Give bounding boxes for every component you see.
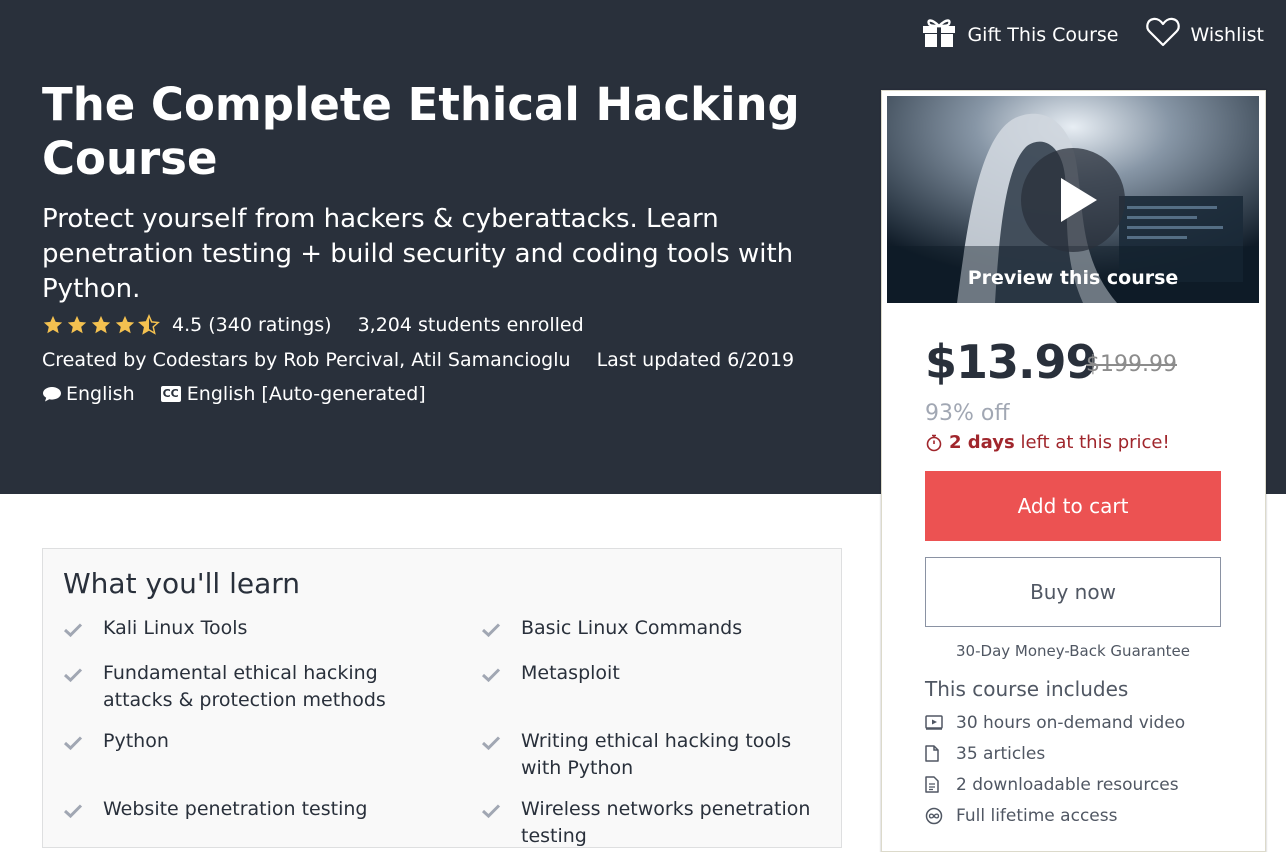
star-icon xyxy=(43,315,63,334)
video-icon xyxy=(925,715,956,730)
includes-item: 30 hours on-demand video xyxy=(925,707,1185,738)
play-icon[interactable] xyxy=(1021,148,1125,256)
check-icon xyxy=(63,660,103,691)
gift-course-link[interactable]: Gift This Course xyxy=(921,16,1119,53)
gift-icon xyxy=(921,16,957,53)
learn-item-label: Wireless networks penetration testing xyxy=(521,798,811,847)
wishlist-link[interactable]: Wishlist xyxy=(1145,16,1265,53)
stopwatch-icon xyxy=(925,434,943,452)
learn-list: Kali Linux Tools Basic Linux Commands Fu… xyxy=(63,615,823,850)
includes-item: Full lifetime access xyxy=(925,800,1185,831)
infinity-icon xyxy=(925,807,956,825)
learn-item-label: Website penetration testing xyxy=(103,798,368,820)
course-preview[interactable]: Preview this course xyxy=(887,96,1259,303)
check-icon xyxy=(481,660,521,691)
includes-label: 2 downloadable resources xyxy=(956,774,1179,795)
includes-list: 30 hours on-demand video 35 articles 2 d… xyxy=(925,707,1185,831)
learn-item: Fundamental ethical hacking attacks & pr… xyxy=(63,660,481,714)
learn-item: Writing ethical hacking tools with Pytho… xyxy=(481,728,823,782)
check-icon xyxy=(481,728,521,759)
current-price: $13.99 xyxy=(925,335,1098,389)
course-language: English xyxy=(66,383,135,405)
learn-item: Website penetration testing xyxy=(63,796,481,850)
gift-course-label: Gift This Course xyxy=(967,23,1119,46)
includes-item: 35 articles xyxy=(925,738,1185,769)
learn-item: Basic Linux Commands xyxy=(481,615,823,646)
top-actions: Gift This Course Wishlist xyxy=(921,16,1264,53)
rating-stars xyxy=(42,314,160,336)
course-title: The Complete Ethical Hacking Course xyxy=(42,78,800,185)
rating-text[interactable]: 4.5 (340 ratings) xyxy=(172,314,332,336)
deadline-text: left at this price! xyxy=(1014,432,1170,453)
preview-label: Preview this course xyxy=(967,267,1179,289)
check-icon xyxy=(63,728,103,759)
includes-label: 30 hours on-demand video xyxy=(956,712,1186,733)
buy-now-button[interactable]: Buy now xyxy=(925,557,1221,627)
check-icon xyxy=(63,796,103,827)
rating-row: 4.5 (340 ratings) 3,204 students enrolle… xyxy=(42,314,584,336)
wishlist-label: Wishlist xyxy=(1190,23,1265,46)
speech-bubble-icon xyxy=(42,385,62,403)
deadline-days: 2 days xyxy=(949,432,1015,453)
purchase-card: Preview this course $13.99 $199.99 93% o… xyxy=(881,90,1266,852)
learn-item-label: Fundamental ethical hacking attacks & pr… xyxy=(103,662,386,711)
includes-label: 35 articles xyxy=(956,743,1046,764)
price-deadline: 2 days left at this price! xyxy=(925,432,1170,453)
half-star-icon xyxy=(138,314,160,335)
learn-item: Wireless networks penetration testing xyxy=(481,796,823,850)
closed-captions-icon: CC xyxy=(160,386,181,402)
authors-row: Created by Codestars by Rob Percival, At… xyxy=(42,349,794,371)
check-icon xyxy=(481,615,521,646)
money-back-guarantee: 30-Day Money-Back Guarantee xyxy=(956,642,1190,660)
add-to-cart-button[interactable]: Add to cart xyxy=(925,471,1221,541)
includes-title: This course includes xyxy=(925,677,1129,701)
learn-item: Kali Linux Tools xyxy=(63,615,481,646)
includes-label: Full lifetime access xyxy=(956,805,1118,826)
learn-item: Metasploit xyxy=(481,660,823,714)
discount-percent: 93% off xyxy=(925,401,1010,426)
star-icon xyxy=(67,315,87,334)
learn-item-label: Metasploit xyxy=(521,662,620,684)
star-icon xyxy=(91,315,111,334)
course-subtitle: Protect yourself from hackers & cyberatt… xyxy=(42,204,794,304)
document-icon xyxy=(925,776,956,793)
created-by[interactable]: Created by Codestars by Rob Percival, At… xyxy=(42,349,571,371)
includes-item: 2 downloadable resources xyxy=(925,769,1185,800)
learn-item: Python xyxy=(63,728,481,782)
language-row: English CC English [Auto-generated] xyxy=(42,383,426,405)
learn-title: What you'll learn xyxy=(63,567,301,600)
enrolled-count: 3,204 students enrolled xyxy=(357,314,584,336)
last-updated: Last updated 6/2019 xyxy=(596,349,795,371)
captions-language: English [Auto-generated] xyxy=(186,383,426,405)
learn-item-label: Basic Linux Commands xyxy=(521,617,743,639)
star-icon xyxy=(115,315,135,334)
learn-item-label: Kali Linux Tools xyxy=(103,617,248,639)
original-price: $199.99 xyxy=(1086,352,1177,377)
learn-item-label: Python xyxy=(103,730,169,752)
what-youll-learn: What you'll learn Kali Linux Tools Basic… xyxy=(42,548,842,848)
learn-item-label: Writing ethical hacking tools with Pytho… xyxy=(521,730,792,779)
heart-icon xyxy=(1145,16,1181,53)
check-icon xyxy=(481,796,521,827)
check-icon xyxy=(63,615,103,646)
file-icon xyxy=(925,745,956,762)
